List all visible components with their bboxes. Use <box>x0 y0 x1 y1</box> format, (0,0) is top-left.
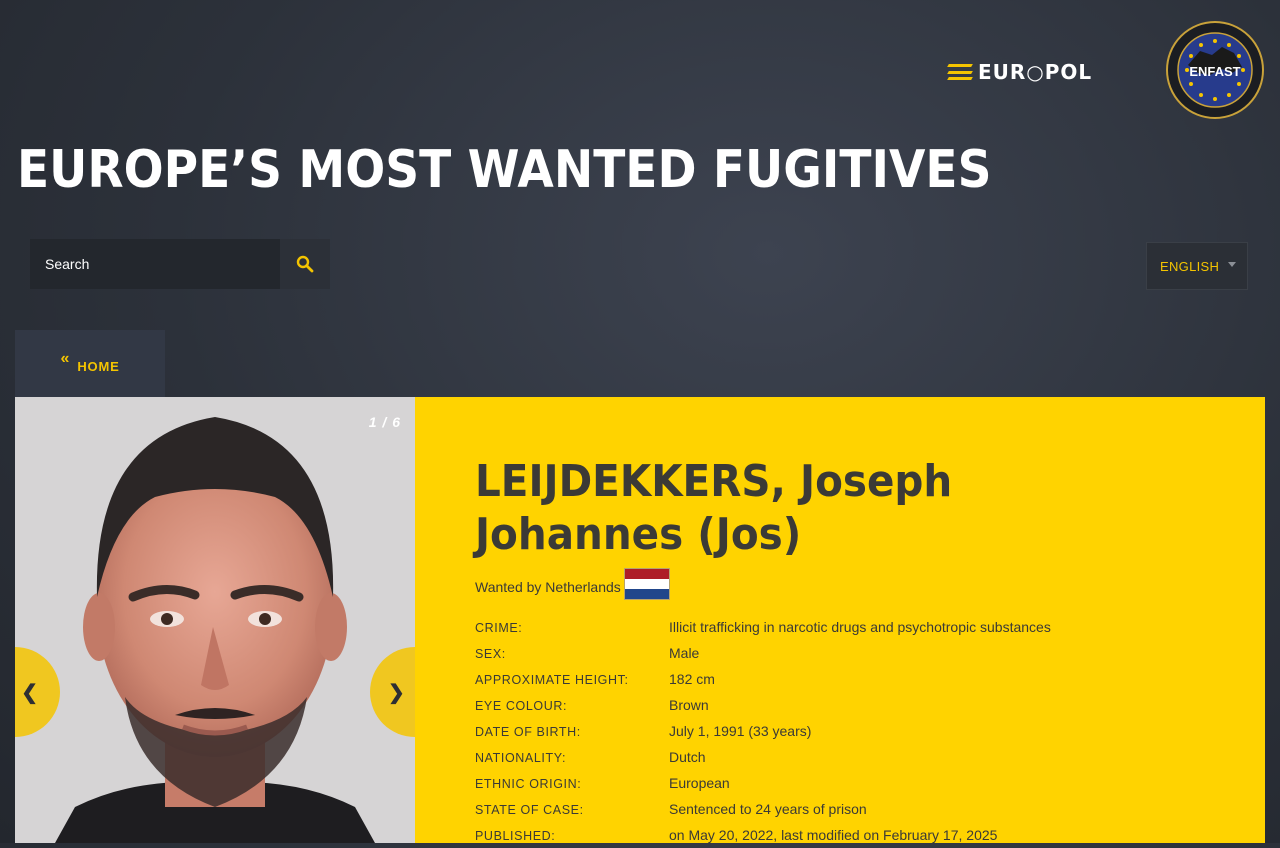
language-selected: ENGLISH <box>1160 258 1220 274</box>
flag-stripe-white <box>625 579 669 589</box>
search-icon <box>296 255 314 273</box>
enfast-logo-text: ENFAST <box>1189 64 1240 79</box>
fugitive-photo <box>15 397 415 843</box>
fact-label: STATE OF CASE: <box>475 803 584 817</box>
fugitive-name: LEIJDEKKERS, Joseph Johannes (Jos) <box>475 456 953 560</box>
fact-row-eye-colour: EYE COLOUR: Brown <box>475 692 1235 718</box>
fact-row-date-of-birth: DATE OF BIRTH: July 1, 1991 (33 years) <box>475 718 1235 744</box>
flag-stripe-blue <box>625 589 669 599</box>
search-input[interactable] <box>30 239 280 289</box>
fact-row-crime: CRIME: Illicit trafficking in narcotic dr… <box>475 614 1235 640</box>
fact-label: APPROXIMATE HEIGHT: <box>475 673 629 687</box>
europol-stripes-icon <box>947 64 973 80</box>
fact-value: Illicit trafficking in narcotic drugs an… <box>669 619 1051 635</box>
home-link[interactable]: « HOME <box>15 330 165 397</box>
flag-stripe-red <box>625 569 669 579</box>
fugitive-details: LEIJDEKKERS, Joseph Johannes (Jos) Wante… <box>415 397 1265 843</box>
page-title: EUROPE’S MOST WANTED FUGITIVES <box>17 140 992 200</box>
enfast-logo[interactable]: ENFAST <box>1166 21 1264 119</box>
search-box <box>30 239 330 289</box>
chevron-left-icon: ❮ <box>21 681 38 704</box>
search-button[interactable] <box>280 239 330 289</box>
double-chevron-left-icon: « <box>60 349 70 367</box>
fact-value: 182 cm <box>669 671 715 687</box>
fact-row-height: APPROXIMATE HEIGHT: 182 cm <box>475 666 1235 692</box>
chevron-down-icon <box>1228 262 1236 267</box>
wanted-by: Wanted by Netherlands <box>475 579 621 595</box>
fact-label: ETHNIC ORIGIN: <box>475 777 582 791</box>
fact-label: NATIONALITY: <box>475 751 567 765</box>
photo-gallery: 1 / 6 ❮ ❯ <box>15 397 415 843</box>
fact-value: July 1, 1991 (33 years) <box>669 723 812 739</box>
fact-label: PUBLISHED: <box>475 829 556 843</box>
chevron-right-icon: ❯ <box>388 681 405 704</box>
fact-row-nationality: NATIONALITY: Dutch <box>475 744 1235 770</box>
fact-label: SEX: <box>475 647 506 661</box>
fact-row-sex: SEX: Male <box>475 640 1235 666</box>
fact-value: European <box>669 775 730 791</box>
europol-logo-text: EUR○POL <box>978 60 1093 84</box>
language-select[interactable]: ENGLISH <box>1146 242 1248 290</box>
fact-row-ethnic-origin: ETHNIC ORIGIN: European <box>475 770 1235 796</box>
gallery-counter: 1 / 6 <box>368 414 401 430</box>
fact-row-published: PUBLISHED: on May 20, 2022, last modified… <box>475 822 1235 848</box>
fact-label: EYE COLOUR: <box>475 699 568 713</box>
fact-value: Male <box>669 645 700 661</box>
netherlands-flag-icon <box>624 568 670 600</box>
home-label: HOME <box>77 359 120 374</box>
fact-value: on May 20, 2022, last modified on Februa… <box>669 827 998 843</box>
europol-logo[interactable]: EUR○POL <box>947 60 1124 84</box>
enfast-badge-icon: ENFAST <box>1166 21 1264 119</box>
fact-label: DATE OF BIRTH: <box>475 725 581 739</box>
fact-value: Dutch <box>669 749 706 765</box>
fact-label: CRIME: <box>475 621 523 635</box>
fact-row-state-of-case: STATE OF CASE: Sentenced to 24 years of p… <box>475 796 1235 822</box>
facts-list: CRIME: Illicit trafficking in narcotic dr… <box>475 614 1235 848</box>
fact-value: Brown <box>669 697 709 713</box>
fact-value: Sentenced to 24 years of prison <box>669 801 867 817</box>
